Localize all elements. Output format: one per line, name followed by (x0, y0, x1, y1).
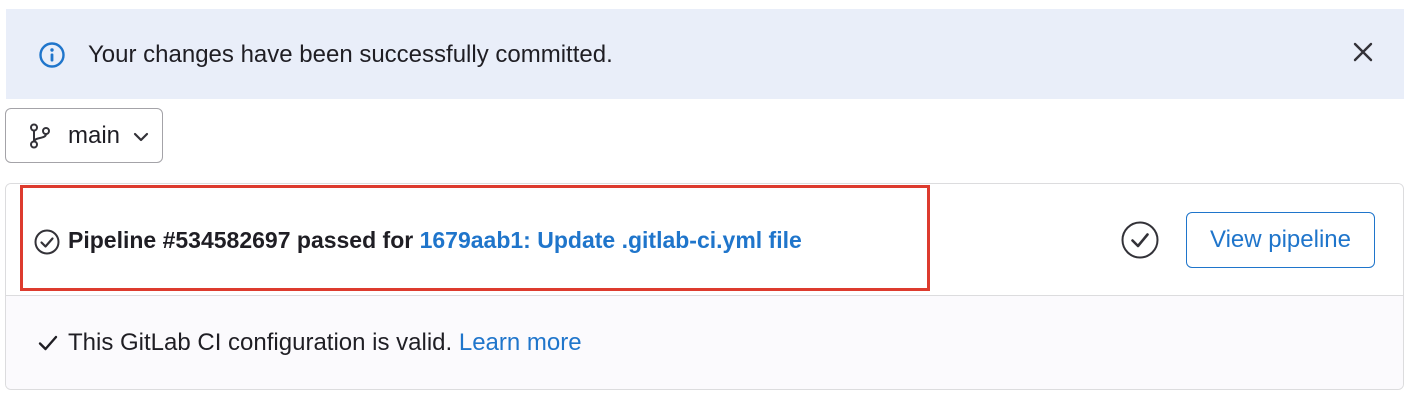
check-circle-icon (33, 228, 61, 256)
validation-label: This GitLab CI configuration is valid. (68, 329, 453, 356)
branch-selector[interactable]: main (5, 108, 163, 163)
view-pipeline-button[interactable]: View pipeline (1186, 212, 1375, 268)
info-icon (38, 41, 66, 69)
learn-more-link[interactable]: Learn more (459, 329, 582, 356)
chevron-down-icon (133, 130, 149, 142)
branch-label: main (68, 122, 121, 149)
pipeline-editor-page: Your changes have been successfully comm… (0, 0, 1411, 400)
pipeline-status-label: Pipeline #534582697 passed for (68, 227, 414, 253)
validation-message: This GitLab CI configuration is valid. L… (68, 327, 582, 359)
success-alert: Your changes have been successfully comm… (6, 9, 1404, 99)
close-icon[interactable] (1346, 35, 1380, 69)
pipeline-passed-icon[interactable] (1120, 220, 1160, 260)
pipeline-status-text: Pipeline #534582697 passed for 1679aab1:… (68, 224, 802, 256)
alert-message: Your changes have been successfully comm… (88, 41, 613, 68)
commit-link[interactable]: 1679aab1: Update .gitlab-ci.yml file (420, 227, 802, 253)
check-icon (38, 334, 58, 352)
branch-icon (28, 123, 52, 149)
